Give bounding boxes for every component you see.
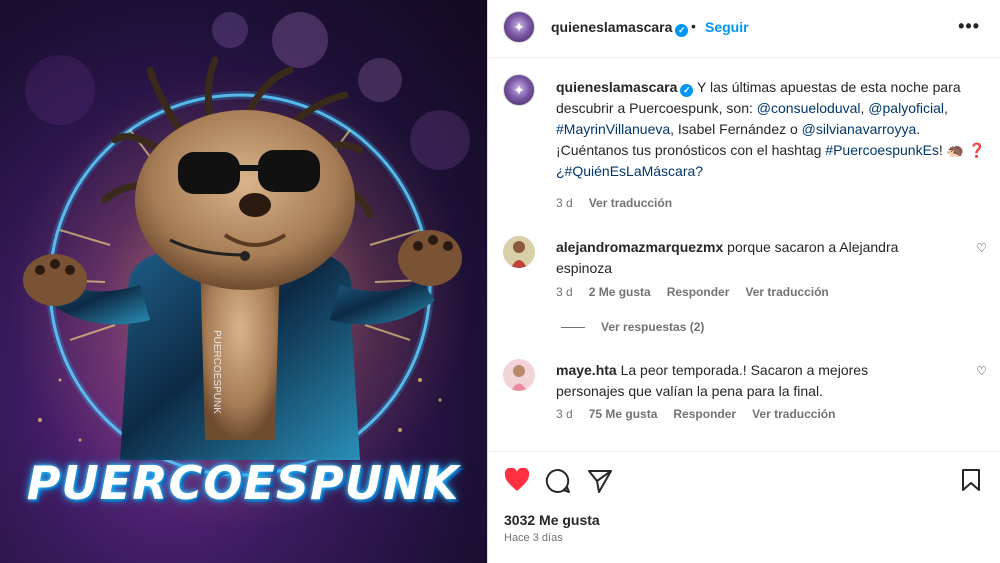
comment-like-heart-icon[interactable]: ♡ bbox=[976, 241, 987, 255]
more-options-icon[interactable]: ••• bbox=[958, 16, 980, 37]
caption-username[interactable]: quieneslamascara ✓ bbox=[556, 79, 694, 97]
post-image[interactable]: PUERCOESPUNK PUERCOESPUNK bbox=[0, 0, 487, 563]
mask-icon: ✦ bbox=[513, 18, 525, 35]
see-translation-link[interactable]: Ver traducción bbox=[589, 196, 672, 210]
mention-link[interactable]: @palyoficial bbox=[868, 100, 944, 116]
hashtag-link[interactable]: ¿#QuiénEsLaMáscara? bbox=[556, 163, 703, 179]
comment-meta: 3 d 75 Me gusta Responder Ver traducción bbox=[556, 407, 851, 421]
comment-time: 3 d bbox=[556, 407, 573, 421]
mask-icon: ✦ bbox=[513, 81, 525, 98]
reply-button[interactable]: Responder bbox=[673, 407, 736, 421]
like-count[interactable]: 3032 Me gusta bbox=[504, 512, 600, 528]
save-bookmark-icon[interactable] bbox=[960, 468, 982, 492]
commenter-avatar[interactable] bbox=[503, 359, 535, 391]
comment-text: alejandromazmarquezmx porque sacaron a A… bbox=[556, 237, 926, 279]
caption-username-text[interactable]: quieneslamascara bbox=[556, 79, 677, 95]
post-panel: ✦ quieneslamascara ✓ • Seguir ••• ✦ quien… bbox=[487, 0, 1000, 563]
header-username-text[interactable]: quieneslamascara bbox=[551, 19, 672, 35]
verified-badge-icon: ✓ bbox=[680, 84, 694, 97]
see-translation-link[interactable]: Ver traducción bbox=[745, 285, 828, 299]
media-title-text: PUERCOESPUNK bbox=[26, 456, 460, 510]
follow-button[interactable]: Seguir bbox=[705, 19, 749, 35]
hashtag-link[interactable]: #PuercoespunkEs bbox=[825, 142, 939, 158]
post-header: ✦ quieneslamascara ✓ • Seguir ••• bbox=[488, 0, 1000, 58]
comment-bubble-icon[interactable] bbox=[545, 468, 571, 494]
mention-link[interactable]: @silvianavarroyya bbox=[802, 121, 917, 137]
caption-segment: ! 🦔 ❓ bbox=[938, 142, 986, 158]
comment-text: maye.hta La peor temporada.! Sacaron a m… bbox=[556, 360, 926, 402]
commenter-username[interactable]: alejandromazmarquezmx bbox=[556, 239, 723, 255]
comment-likes[interactable]: 75 Me gusta bbox=[589, 407, 658, 421]
comment-likes[interactable]: 2 Me gusta bbox=[589, 285, 651, 299]
view-replies-button[interactable]: Ver respuestas (2) bbox=[561, 320, 704, 334]
jacket-lettering: PUERCOESPUNK bbox=[211, 330, 222, 414]
caption-segment: , bbox=[943, 100, 948, 116]
like-heart-icon[interactable] bbox=[504, 468, 530, 492]
comment-meta: 3 d 2 Me gusta Responder Ver traducción bbox=[556, 285, 845, 299]
caption-text: quieneslamascara ✓ Y las últimas apuestas… bbox=[556, 77, 986, 182]
post-actions: 3032 Me gusta Hace 3 días bbox=[488, 451, 1000, 563]
caption-segment: , Isabel Fernández o bbox=[670, 121, 802, 137]
verified-badge-icon: ✓ bbox=[675, 24, 689, 37]
profile-avatar[interactable]: ✦ bbox=[503, 11, 535, 43]
post-date: Hace 3 días bbox=[504, 532, 563, 544]
see-translation-link[interactable]: Ver traducción bbox=[752, 407, 835, 421]
replies-divider bbox=[561, 327, 585, 329]
commenter-username[interactable]: maye.hta bbox=[556, 362, 617, 378]
hashtag-link[interactable]: #MayrinVillanueva bbox=[556, 121, 670, 137]
view-replies-label[interactable]: Ver respuestas (2) bbox=[601, 320, 704, 334]
header-username[interactable]: quieneslamascara ✓ bbox=[551, 19, 689, 37]
header-separator: • bbox=[691, 18, 696, 34]
caption-avatar[interactable]: ✦ bbox=[503, 74, 535, 106]
reply-button[interactable]: Responder bbox=[667, 285, 730, 299]
share-send-icon[interactable] bbox=[587, 468, 613, 494]
comment-time: 3 d bbox=[556, 285, 573, 299]
mention-link[interactable]: @consueloduval bbox=[757, 100, 861, 116]
caption-time: 3 d bbox=[556, 196, 573, 210]
comment-like-heart-icon[interactable]: ♡ bbox=[976, 364, 987, 378]
caption-meta: 3 d Ver traducción bbox=[556, 196, 688, 210]
commenter-avatar[interactable] bbox=[503, 236, 535, 268]
